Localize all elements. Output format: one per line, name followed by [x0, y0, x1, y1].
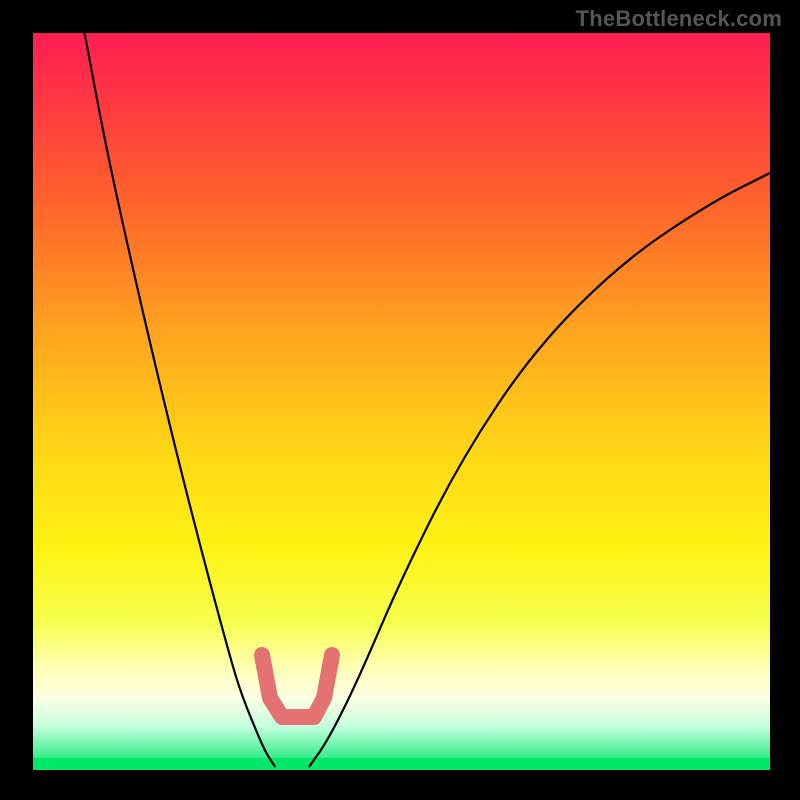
watermark-text: TheBottleneck.com — [576, 6, 782, 32]
green-band — [33, 758, 770, 770]
chart-frame: TheBottleneck.com — [0, 0, 800, 800]
chart-svg — [0, 0, 800, 800]
plot-background — [33, 33, 770, 770]
